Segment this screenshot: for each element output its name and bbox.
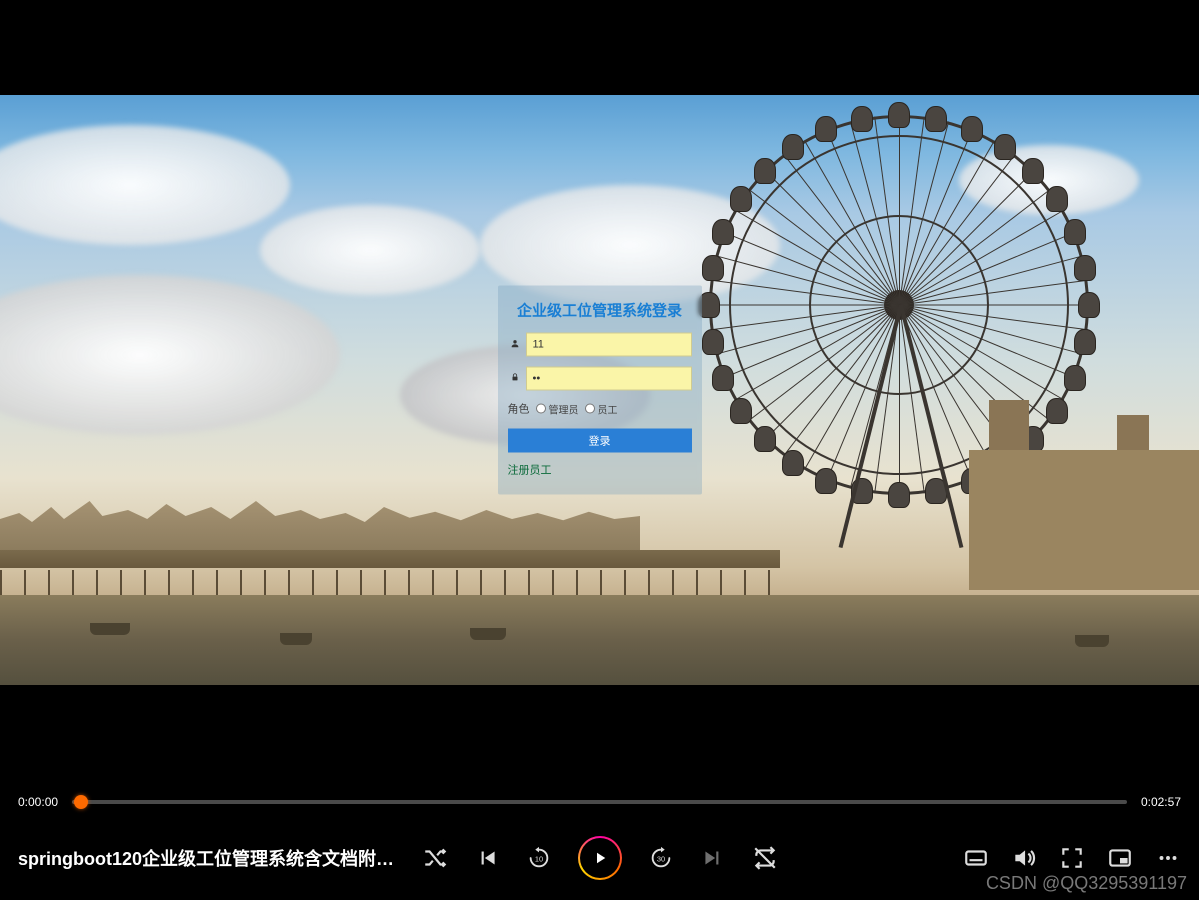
- more-options-button[interactable]: [1155, 845, 1181, 871]
- player-controls: springboot120企业级工位管理系统含文档附… 10 30: [0, 830, 1199, 886]
- current-time-label: 0:00:00: [18, 795, 58, 809]
- progress-bar-row: 0:00:00 0:02:57: [0, 792, 1199, 812]
- skyline-graphic: [0, 495, 640, 555]
- building-graphic: [969, 450, 1199, 590]
- next-button[interactable]: [700, 845, 726, 871]
- lock-icon: [508, 372, 522, 385]
- login-form: 企业级工位管理系统登录 角色 管理员: [498, 286, 702, 495]
- decorative-cloud: [0, 125, 290, 245]
- svg-text:10: 10: [534, 855, 542, 864]
- repeat-off-button[interactable]: [752, 845, 778, 871]
- skip-forward-button[interactable]: 30: [648, 845, 674, 871]
- right-controls: [963, 845, 1181, 871]
- role-radio-admin[interactable]: [536, 404, 546, 414]
- shuffle-button[interactable]: [422, 845, 448, 871]
- role-radio-employee[interactable]: [585, 404, 595, 414]
- play-icon: [591, 849, 609, 867]
- boat-graphic: [280, 633, 312, 645]
- previous-button[interactable]: [474, 845, 500, 871]
- role-label: 角色: [508, 401, 530, 417]
- username-input[interactable]: [526, 333, 692, 357]
- boat-graphic: [1075, 635, 1109, 647]
- mini-player-button[interactable]: [1107, 845, 1133, 871]
- register-employee-link[interactable]: 注册员工: [508, 465, 552, 477]
- total-time-label: 0:02:57: [1141, 795, 1181, 809]
- video-title: springboot120企业级工位管理系统含文档附…: [18, 845, 394, 871]
- seek-thumb[interactable]: [74, 795, 88, 809]
- seek-bar[interactable]: [72, 800, 1127, 804]
- password-input[interactable]: [526, 367, 692, 391]
- fullscreen-button[interactable]: [1059, 845, 1085, 871]
- skip-back-button[interactable]: 10: [526, 845, 552, 871]
- password-row: [508, 367, 692, 391]
- login-button[interactable]: 登录: [508, 429, 692, 453]
- center-controls: 10 30: [422, 836, 778, 880]
- decorative-cloud: [0, 275, 340, 435]
- bridge-graphic: [0, 550, 780, 595]
- video-display-area: 企业级工位管理系统登录 角色 管理员: [0, 0, 1199, 780]
- boat-graphic: [470, 628, 506, 640]
- user-icon: [508, 338, 522, 351]
- water-graphic: [0, 595, 1199, 685]
- decorative-cloud: [260, 205, 480, 295]
- boat-graphic: [90, 623, 130, 635]
- volume-button[interactable]: [1011, 845, 1037, 871]
- video-frame: 企业级工位管理系统登录 角色 管理员: [0, 95, 1199, 685]
- role-option-admin[interactable]: 管理员: [536, 401, 579, 416]
- role-option-employee[interactable]: 员工: [585, 401, 618, 416]
- svg-text:30: 30: [656, 855, 664, 864]
- username-row: [508, 333, 692, 357]
- play-button[interactable]: [578, 836, 622, 880]
- login-title: 企业级工位管理系统登录: [508, 300, 692, 321]
- role-selector: 角色 管理员 员工: [508, 401, 692, 417]
- subtitle-button[interactable]: [963, 845, 989, 871]
